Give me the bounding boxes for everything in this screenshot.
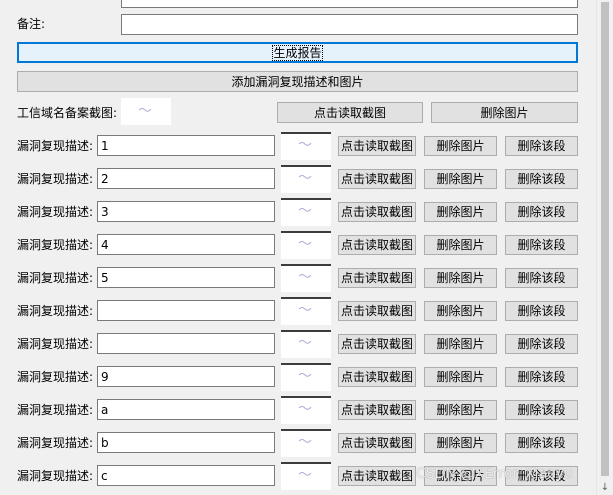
- delete-image-button[interactable]: 删除图片: [424, 169, 497, 189]
- read-screenshot-button[interactable]: 点击读取截图: [338, 268, 416, 288]
- vuln-description-label: 漏洞复现描述:: [17, 139, 94, 153]
- vuln-description-input[interactable]: [97, 465, 275, 486]
- icp-delete-image-button[interactable]: 删除图片: [431, 102, 578, 123]
- delete-segment-button[interactable]: 删除该段: [505, 334, 578, 354]
- vuln-screenshot-thumbnail: [281, 363, 331, 391]
- icp-screenshot-label: 工信域名备案截图:: [17, 106, 118, 120]
- read-screenshot-button[interactable]: 点击读取截图: [338, 400, 416, 420]
- delete-segment-button[interactable]: 删除该段: [505, 202, 578, 222]
- vuln-screenshot-thumbnail: [281, 396, 331, 424]
- delete-image-button[interactable]: 删除图片: [424, 400, 497, 420]
- delete-segment-button[interactable]: 删除该段: [505, 400, 578, 420]
- vuln-screenshot-thumbnail: [281, 330, 331, 358]
- delete-segment-button[interactable]: 删除该段: [505, 433, 578, 453]
- vuln-description-input[interactable]: [97, 333, 275, 354]
- vuln-description-input[interactable]: [97, 432, 275, 453]
- vuln-description-label: 漏洞复现描述:: [17, 436, 94, 450]
- vuln-description-input[interactable]: [97, 366, 275, 387]
- vuln-screenshot-thumbnail: [281, 297, 331, 325]
- vuln-description-label: 漏洞复现描述:: [17, 403, 94, 417]
- delete-segment-button[interactable]: 删除该段: [505, 367, 578, 387]
- vuln-description-label: 漏洞复现描述:: [17, 370, 94, 384]
- delete-segment-button[interactable]: 删除该段: [505, 235, 578, 255]
- read-screenshot-button[interactable]: 点击读取截图: [338, 433, 416, 453]
- scroll-down-arrow-icon[interactable]: ↓: [600, 483, 610, 493]
- delete-image-button[interactable]: 删除图片: [424, 268, 497, 288]
- scrollbar-thumb[interactable]: [601, 2, 609, 476]
- icp-read-screenshot-button[interactable]: 点击读取截图: [277, 102, 423, 123]
- read-screenshot-button[interactable]: 点击读取截图: [338, 301, 416, 321]
- report-form-window: 备注: 生成报告 添加漏洞复现描述和图片 工信域名备案截图: 点击读取截图 删除…: [0, 0, 613, 495]
- read-screenshot-button[interactable]: 点击读取截图: [338, 235, 416, 255]
- vuln-description-label: 漏洞复现描述:: [17, 337, 94, 351]
- delete-image-button[interactable]: 删除图片: [424, 334, 497, 354]
- vuln-screenshot-thumbnail: [281, 231, 331, 259]
- delete-image-button[interactable]: 删除图片: [424, 466, 497, 486]
- vuln-description-label: 漏洞复现描述:: [17, 172, 94, 186]
- remarks-input[interactable]: [121, 14, 578, 35]
- delete-image-button[interactable]: 删除图片: [424, 301, 497, 321]
- vuln-screenshot-thumbnail: [281, 198, 331, 226]
- read-screenshot-button[interactable]: 点击读取截图: [338, 334, 416, 354]
- vuln-screenshot-thumbnail: [281, 132, 331, 160]
- vuln-description-input[interactable]: [97, 135, 275, 156]
- delete-image-button[interactable]: 删除图片: [424, 235, 497, 255]
- vuln-screenshot-thumbnail: [281, 462, 331, 490]
- read-screenshot-button[interactable]: 点击读取截图: [338, 367, 416, 387]
- vuln-screenshot-thumbnail: [281, 264, 331, 292]
- top-partial-field[interactable]: [121, 0, 578, 8]
- add-vuln-description-button[interactable]: 添加漏洞复现描述和图片: [17, 71, 578, 92]
- vuln-description-input[interactable]: [97, 168, 275, 189]
- vuln-description-label: 漏洞复现描述:: [17, 238, 94, 252]
- remarks-label: 备注:: [17, 17, 46, 31]
- delete-segment-button[interactable]: 删除该段: [505, 301, 578, 321]
- delete-segment-button[interactable]: 删除该段: [505, 466, 578, 486]
- delete-segment-button[interactable]: 删除该段: [505, 136, 578, 156]
- vuln-description-label: 漏洞复现描述:: [17, 205, 94, 219]
- read-screenshot-button[interactable]: 点击读取截图: [338, 202, 416, 222]
- vuln-screenshot-thumbnail: [281, 165, 331, 193]
- delete-image-button[interactable]: 删除图片: [424, 367, 497, 387]
- vertical-scrollbar[interactable]: ↓: [596, 0, 613, 495]
- vuln-description-label: 漏洞复现描述:: [17, 304, 94, 318]
- generate-report-button[interactable]: 生成报告: [17, 42, 578, 63]
- delete-image-button[interactable]: 删除图片: [424, 136, 497, 156]
- read-screenshot-button[interactable]: 点击读取截图: [338, 136, 416, 156]
- vuln-description-input[interactable]: [97, 300, 275, 321]
- icp-screenshot-thumbnail: [121, 98, 171, 125]
- vuln-description-input[interactable]: [97, 399, 275, 420]
- vuln-description-input[interactable]: [97, 234, 275, 255]
- read-screenshot-button[interactable]: 点击读取截图: [338, 466, 416, 486]
- vuln-description-input[interactable]: [97, 201, 275, 222]
- read-screenshot-button[interactable]: 点击读取截图: [338, 169, 416, 189]
- delete-segment-button[interactable]: 删除该段: [505, 268, 578, 288]
- vuln-description-label: 漏洞复现描述:: [17, 469, 94, 483]
- vuln-description-input[interactable]: [97, 267, 275, 288]
- delete-segment-button[interactable]: 删除该段: [505, 169, 578, 189]
- vuln-screenshot-thumbnail: [281, 429, 331, 457]
- delete-image-button[interactable]: 删除图片: [424, 202, 497, 222]
- vuln-description-label: 漏洞复现描述:: [17, 271, 94, 285]
- delete-image-button[interactable]: 删除图片: [424, 433, 497, 453]
